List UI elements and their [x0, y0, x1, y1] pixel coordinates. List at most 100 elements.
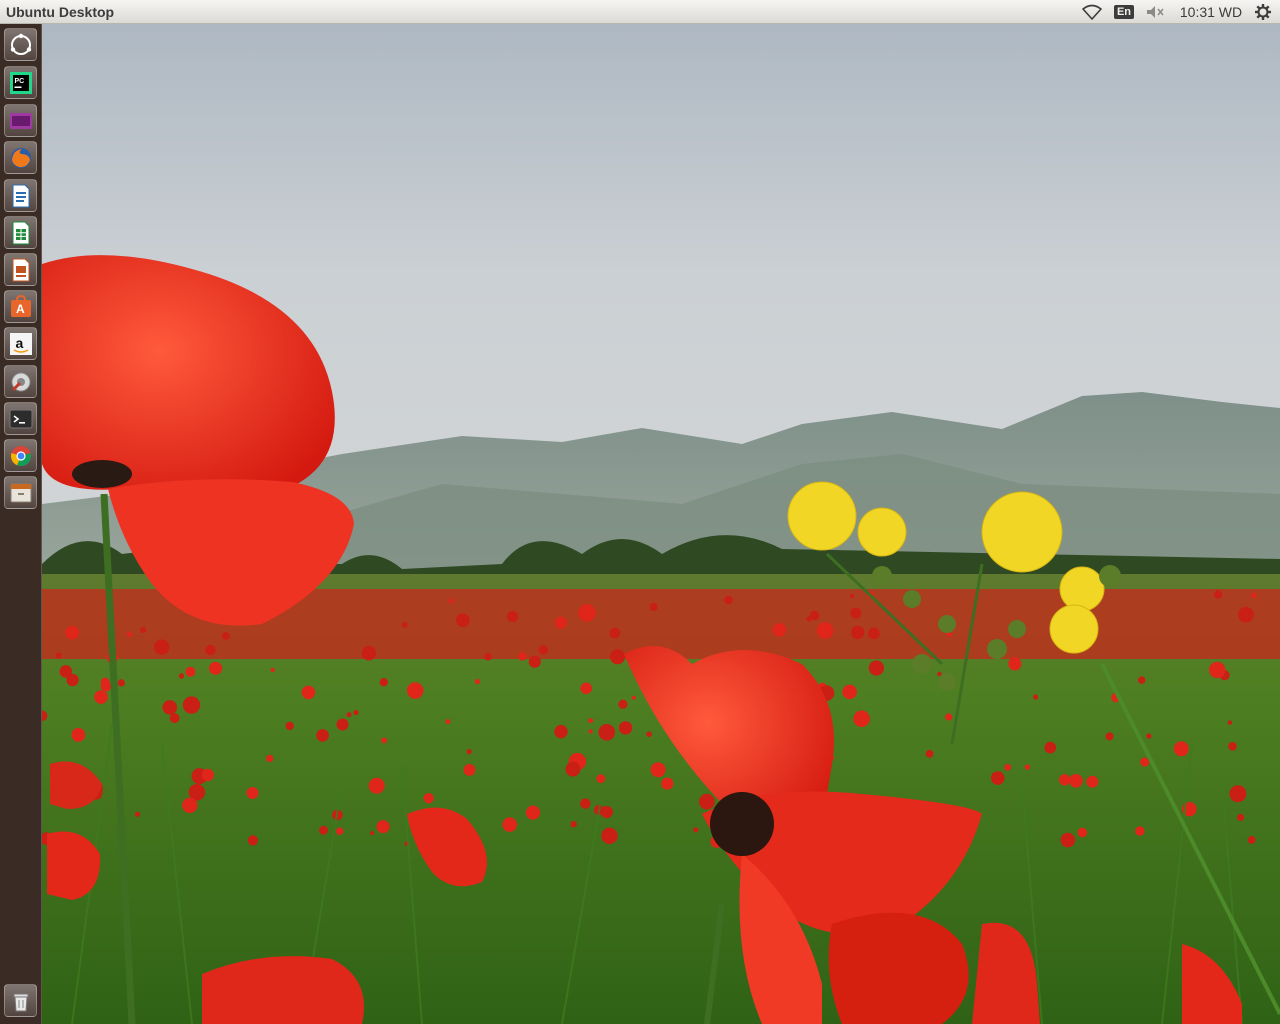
field-poppy [448, 598, 454, 604]
field-poppy [1213, 590, 1223, 599]
field-poppy [182, 797, 198, 813]
field-poppy [1004, 763, 1012, 771]
field-poppy [588, 718, 594, 724]
libreoffice-impress-icon[interactable] [4, 253, 37, 286]
field-poppy [925, 749, 934, 758]
field-poppy [117, 679, 125, 687]
field-poppy [646, 731, 652, 737]
field-poppy [598, 724, 616, 741]
ubuntu-software-center-icon[interactable]: A [4, 290, 37, 323]
keyboard-layout-indicator[interactable]: En [1113, 0, 1135, 24]
field-poppy [1138, 676, 1146, 684]
field-poppy [353, 709, 359, 716]
field-poppy [588, 729, 593, 734]
field-poppy [201, 768, 214, 782]
field-poppy [554, 616, 567, 629]
field-poppy [1209, 661, 1226, 679]
field-poppy [466, 749, 472, 755]
field-poppy [502, 817, 517, 832]
field-poppy [806, 616, 812, 622]
field-poppy [1135, 826, 1145, 836]
field-poppy [316, 729, 329, 742]
wifi-icon[interactable] [1081, 0, 1103, 24]
field-poppy [266, 754, 274, 763]
field-poppy [376, 820, 390, 834]
field-poppy [1077, 827, 1088, 838]
field-poppy [1069, 774, 1083, 788]
chrome-icon[interactable] [4, 439, 37, 472]
libreoffice-calc-icon[interactable] [4, 216, 37, 249]
field-poppy [1237, 813, 1245, 822]
field-poppy [134, 811, 141, 817]
field-poppy [1238, 606, 1254, 623]
field-poppy [649, 603, 658, 611]
libreoffice-writer-icon[interactable] [4, 179, 37, 212]
field-poppy [94, 690, 108, 704]
field-poppy [336, 718, 349, 731]
field-poppy [596, 774, 606, 784]
trash-icon[interactable] [4, 984, 37, 1017]
field-poppy [423, 793, 434, 804]
field-poppy [842, 684, 857, 700]
field-poppy [578, 604, 596, 622]
field-poppy [661, 777, 674, 790]
field-poppy [991, 771, 1005, 785]
field-poppy [1173, 741, 1189, 757]
field-poppy [379, 678, 388, 687]
field-poppy [205, 644, 216, 656]
field-poppy [631, 695, 636, 700]
field-poppy [538, 645, 548, 655]
clock[interactable]: 10:31 WD [1176, 0, 1246, 24]
field-poppy [301, 685, 316, 700]
field-poppy [850, 593, 855, 599]
field-poppy [816, 622, 834, 639]
field-poppy [1033, 694, 1039, 700]
top-panel: Ubuntu Desktop En 10:31 WD [0, 0, 1280, 24]
field-poppy [618, 699, 628, 709]
field-poppy [1227, 720, 1233, 725]
field-poppy [126, 631, 132, 638]
field-poppy [66, 673, 79, 687]
field-poppy [154, 639, 170, 655]
desktop-wallpaper [42, 24, 1280, 1024]
session-gear-icon[interactable] [1252, 0, 1274, 24]
field-poppy [618, 721, 633, 735]
field-poppy [609, 627, 621, 639]
field-poppy [945, 713, 953, 721]
field-poppy [1146, 733, 1152, 739]
amazon-icon[interactable]: a [4, 327, 37, 360]
field-poppy [850, 607, 862, 619]
field-poppy [71, 728, 86, 742]
field-poppy [285, 721, 294, 731]
terminal-icon[interactable] [4, 402, 37, 435]
field-poppy [406, 682, 424, 699]
field-poppy [580, 682, 592, 695]
field-poppy [361, 646, 377, 661]
field-poppy [1229, 785, 1247, 803]
field-poppy [772, 623, 787, 637]
field-poppy [580, 798, 591, 809]
field-poppy [507, 611, 519, 623]
field-poppy [246, 787, 259, 799]
ubuntu-dash-icon[interactable] [4, 28, 37, 61]
svg-text:a: a [15, 335, 23, 351]
field-poppy [401, 622, 408, 628]
field-poppy [182, 696, 201, 714]
field-poppy [528, 655, 541, 668]
firefox-icon[interactable] [4, 141, 37, 174]
field-poppy [221, 632, 230, 640]
file-manager-icon[interactable] [4, 476, 37, 509]
field-poppy [1008, 657, 1022, 671]
field-poppy [319, 825, 328, 835]
field-poppy [456, 613, 470, 627]
field-poppy [565, 761, 581, 777]
field-poppy [610, 649, 625, 665]
field-poppy [55, 652, 62, 659]
field-poppy [185, 666, 196, 677]
pycharm-icon[interactable]: PC [4, 66, 37, 99]
system-settings-icon[interactable] [4, 365, 37, 398]
field-poppy [162, 700, 178, 715]
video-player-icon[interactable] [4, 104, 37, 137]
volume-muted-icon[interactable] [1144, 0, 1166, 24]
field-poppy [445, 719, 451, 725]
